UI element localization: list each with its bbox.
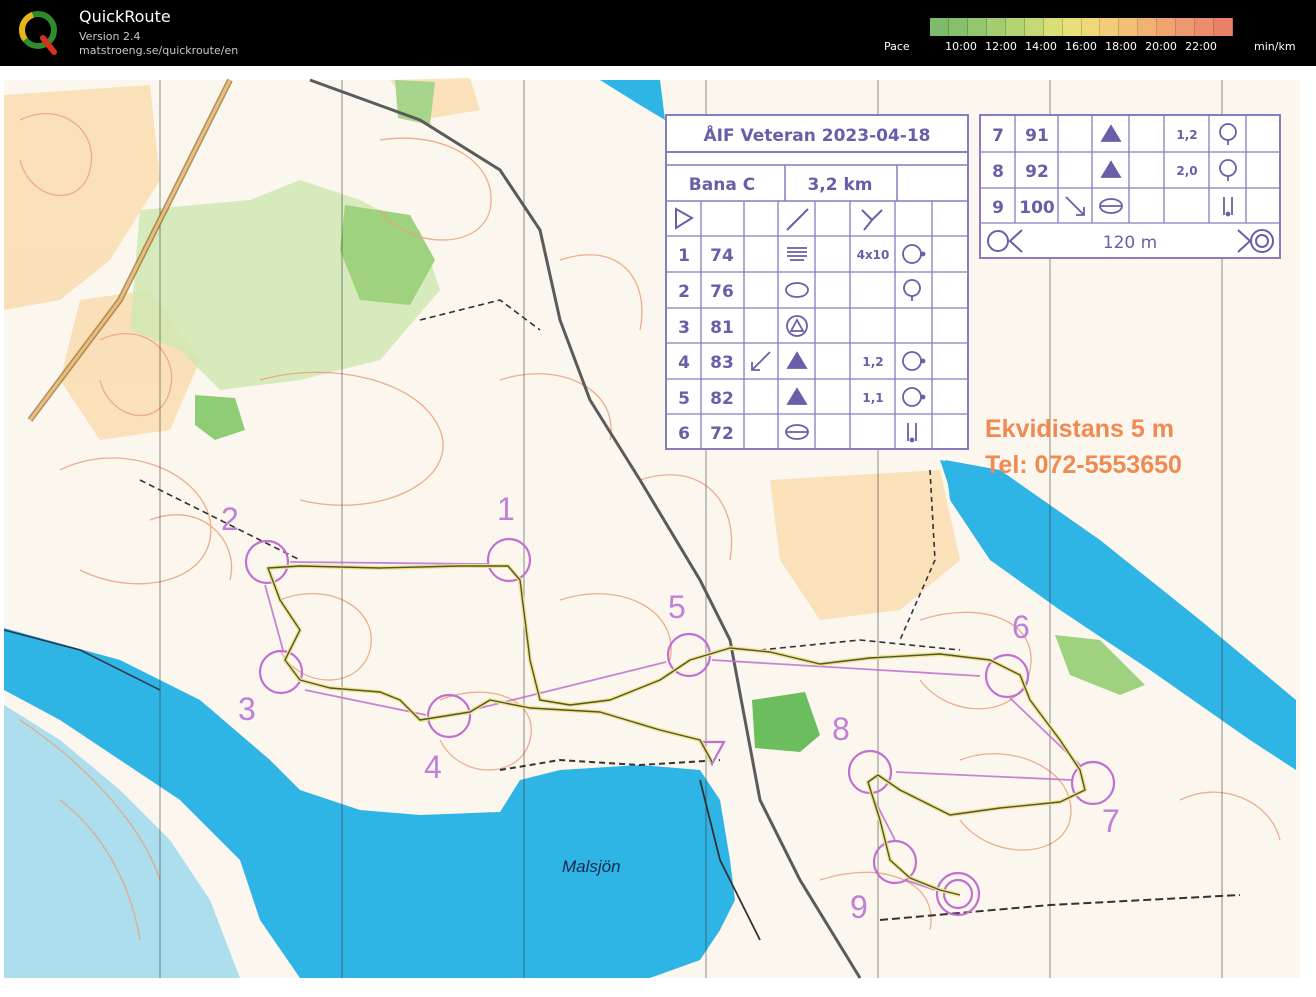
control-number-7: 7 — [1102, 803, 1120, 839]
pace-color-cell — [986, 18, 1006, 36]
control-code: 76 — [710, 282, 734, 302]
lake-name: Malsjön — [562, 857, 621, 876]
pace-color-cell — [1214, 18, 1233, 36]
pace-color-cell — [1081, 18, 1101, 36]
control-code: 82 — [710, 389, 734, 409]
control-code: 91 — [1025, 126, 1049, 146]
app-url[interactable]: matstroeng.se/quickroute/en — [79, 44, 238, 57]
pace-tick-label: 18:00 — [1105, 40, 1137, 53]
control-dimension: 1,1 — [862, 391, 883, 405]
control-seq-number: 6 — [678, 424, 690, 444]
control-code: 81 — [710, 318, 734, 338]
pace-color-cell — [1005, 18, 1025, 36]
pace-tick-label: 12:00 — [985, 40, 1017, 53]
pace-color-cell — [930, 18, 949, 36]
phone-note: Tel: 072-5553650 — [985, 451, 1182, 479]
control-number-2: 2 — [221, 501, 239, 537]
course-class: Bana C — [689, 175, 755, 195]
control-number-5: 5 — [668, 589, 686, 625]
control-seq-number: 4 — [678, 353, 690, 373]
control-seq-number: 2 — [678, 282, 690, 302]
quickroute-logo-icon — [19, 11, 57, 55]
pace-color-scale — [930, 18, 1233, 36]
control-number-3: 3 — [238, 691, 256, 727]
pace-color-cell — [1100, 18, 1120, 36]
control-seq-number: 9 — [992, 198, 1004, 218]
pace-tick-label: 14:00 — [1025, 40, 1057, 53]
pace-color-cell — [1062, 18, 1082, 36]
pace-tick-label: 10:00 — [945, 40, 977, 53]
app-title: QuickRoute — [79, 7, 171, 26]
control-description-sheet: ÅIF Veteran 2023-04-18 Bana C 3,2 km 1 74… — [665, 114, 969, 450]
pace-color-cell — [1176, 18, 1196, 36]
course-title: ÅIF Veteran 2023-04-18 — [703, 123, 930, 146]
control-number-1: 1 — [497, 491, 515, 527]
control-code: 100 — [1019, 198, 1055, 218]
pace-label: Pace — [884, 40, 910, 53]
control-dimension: 1,2 — [862, 355, 883, 369]
control-seq-number: 3 — [678, 318, 690, 338]
app-header: QuickRoute Version 2.4 matstroeng.se/qui… — [0, 0, 1316, 66]
pace-tick-label: 16:00 — [1065, 40, 1097, 53]
pace-color-cell — [1195, 18, 1215, 36]
control-number-9: 9 — [850, 889, 868, 925]
app-version: Version 2.4 — [79, 30, 141, 43]
control-code: 72 — [710, 424, 734, 444]
course-length: 3,2 km — [807, 175, 872, 195]
pace-tick-label: 20:00 — [1145, 40, 1177, 53]
orienteering-map[interactable]: 1 2 3 4 5 6 7 8 9 Malsjön Ekvidistans 5 … — [0, 66, 1316, 997]
pace-color-cell — [1119, 18, 1139, 36]
map-canvas: 1 2 3 4 5 6 7 8 9 Malsjön Ekvidistans 5 … — [0, 66, 1316, 997]
control-seq-number: 1 — [678, 246, 690, 266]
control-number-6: 6 — [1012, 609, 1030, 645]
pace-unit: min/km — [1254, 40, 1296, 53]
control-dimension: 2,0 — [1176, 164, 1197, 178]
pace-tick-label: 22:00 — [1185, 40, 1217, 53]
control-seq-number: 8 — [992, 162, 1004, 182]
control-seq-number: 5 — [678, 389, 690, 409]
pace-color-cell — [1138, 18, 1158, 36]
contour-note: Ekvidistans 5 m — [985, 415, 1174, 443]
control-code: 83 — [710, 353, 734, 373]
control-dimension: 1,2 — [1176, 128, 1197, 142]
pace-color-cell — [1043, 18, 1063, 36]
pace-color-cell — [1157, 18, 1177, 36]
control-seq-number: 7 — [992, 126, 1004, 146]
control-description-sheet-continued: 7 91 1,2 8 92 2,0 9 100 120 m — [979, 114, 1281, 259]
pace-color-cell — [967, 18, 987, 36]
control-number-8: 8 — [832, 711, 850, 747]
control-number-4: 4 — [424, 749, 442, 785]
control-code: 92 — [1025, 162, 1049, 182]
finish-distance: 120 m — [1103, 233, 1157, 253]
control-dimension: 4x10 — [857, 248, 890, 262]
pace-color-cell — [1024, 18, 1044, 36]
control-code: 74 — [710, 246, 734, 266]
pace-color-cell — [948, 18, 968, 36]
